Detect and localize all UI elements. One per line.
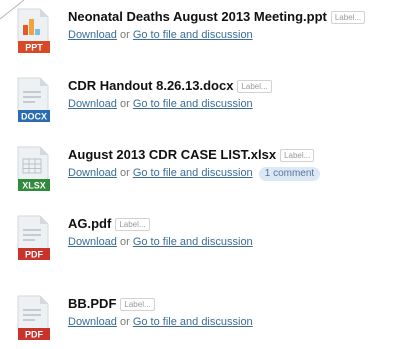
pdf-file-icon[interactable]: PDF: [16, 295, 68, 341]
file-name-text[interactable]: CDR Handout 8.26.13.docx: [68, 78, 233, 93]
file-type-badge: XLSX: [22, 181, 46, 191]
file-type-badge: PPT: [25, 43, 43, 53]
file-actions: Download or Go to file and discussion 1 …: [68, 166, 321, 181]
file-name-text[interactable]: Neonatal Deaths August 2013 Meeting.ppt: [68, 9, 327, 24]
label-tag[interactable]: Label...: [330, 11, 366, 24]
label-tag[interactable]: Label...: [120, 298, 155, 311]
go-to-file-link[interactable]: Go to file and discussion: [133, 167, 253, 179]
or-separator: or: [119, 236, 130, 248]
file-row: DOCX CDR Handout 8.26.13.docx Label... Do…: [16, 77, 395, 123]
go-to-file-link[interactable]: Go to file and discussion: [133, 316, 253, 328]
file-row: PDF BB.PDF Label... Download or Go to fil…: [16, 295, 395, 341]
file-actions: Download or Go to file and discussion: [68, 97, 253, 111]
download-link[interactable]: Download: [68, 29, 117, 41]
label-tag[interactable]: Label...: [115, 218, 150, 231]
or-separator: or: [119, 167, 130, 179]
file-name[interactable]: Neonatal Deaths August 2013 Meeting.ppt L…: [68, 9, 366, 25]
file-name[interactable]: August 2013 CDR CASE LIST.xlsx Label...: [68, 147, 315, 163]
download-link[interactable]: Download: [68, 316, 117, 328]
file-row: XLSX August 2013 CDR CASE LIST.xlsx Label…: [16, 146, 395, 192]
download-link[interactable]: Download: [68, 98, 117, 110]
comment-count-badge[interactable]: 1 comment: [258, 167, 321, 181]
file-actions: Download or Go to file and discussion: [68, 28, 253, 42]
pdf-file-icon[interactable]: PDF: [16, 215, 68, 261]
or-separator: or: [119, 98, 130, 110]
file-actions: Download or Go to file and discussion: [68, 235, 253, 249]
file-name[interactable]: BB.PDF Label...: [68, 296, 155, 312]
label-tag[interactable]: Label...: [280, 149, 315, 162]
go-to-file-link[interactable]: Go to file and discussion: [133, 236, 253, 248]
file-row: PPT Neonatal Deaths August 2013 Meeting.…: [16, 8, 395, 54]
file-type-badge: PDF: [25, 250, 44, 260]
file-actions: Download or Go to file and discussion: [68, 315, 253, 329]
file-name[interactable]: CDR Handout 8.26.13.docx Label...: [68, 78, 272, 94]
file-type-badge: PDF: [25, 330, 44, 340]
file-type-badge: DOCX: [21, 112, 47, 122]
download-link[interactable]: Download: [68, 167, 117, 179]
go-to-file-link[interactable]: Go to file and discussion: [133, 98, 253, 110]
excel-file-icon[interactable]: XLSX: [16, 146, 68, 192]
download-link[interactable]: Download: [68, 236, 117, 248]
file-name-text[interactable]: AG.pdf: [68, 216, 111, 231]
or-separator: or: [119, 316, 130, 328]
or-separator: or: [119, 29, 130, 41]
file-name-text[interactable]: BB.PDF: [68, 296, 116, 311]
go-to-file-link[interactable]: Go to file and discussion: [133, 29, 253, 41]
file-name[interactable]: AG.pdf Label...: [68, 216, 150, 232]
powerpoint-file-icon[interactable]: PPT: [16, 8, 68, 54]
word-file-icon[interactable]: DOCX: [16, 77, 68, 123]
label-tag[interactable]: Label...: [237, 80, 272, 93]
file-row: PDF AG.pdf Label... Download or Go to fil…: [16, 215, 395, 261]
file-name-text[interactable]: August 2013 CDR CASE LIST.xlsx: [68, 147, 276, 162]
